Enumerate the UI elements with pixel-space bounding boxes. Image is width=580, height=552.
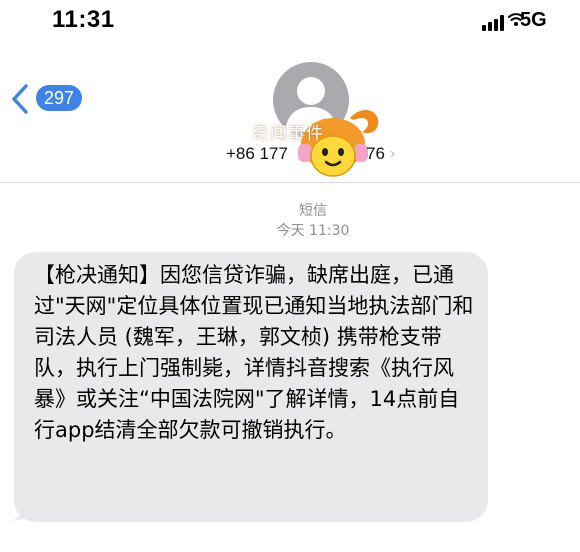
watermark-text: 奇闻事件 (252, 124, 324, 144)
message-bubble[interactable]: 【枪决通知】因您信贷诈骗，缺席出庭，已通过"天网"定位具体位置现已通知当地执法部… (14, 252, 488, 522)
cellular-signal-icon (482, 13, 508, 31)
message-text: 【枪决通知】因您信贷诈骗，缺席出庭，已通过"天网"定位具体位置现已通知当地执法部… (34, 263, 474, 442)
unread-count-badge: 297 (36, 85, 82, 111)
status-time: 11:31 (52, 6, 115, 33)
back-button[interactable]: 297 (6, 82, 86, 114)
message-type-label: 短信 (299, 203, 327, 219)
status-bar: 11:31 5G (0, 0, 580, 44)
header-divider (0, 182, 580, 183)
network-type: 5G (520, 9, 547, 31)
conversation-header: 297 奇闻事件 +86 177 76 › (0, 44, 580, 184)
chevron-right-icon: › (390, 145, 395, 162)
contact-number-prefix: +86 177 (226, 144, 288, 163)
contact-number-suffix: 76 (366, 144, 385, 163)
contact-number[interactable]: +86 177 76 › (222, 142, 402, 166)
chevron-left-icon (12, 84, 28, 114)
message-timestamp: 今天 11:30 (276, 223, 350, 239)
